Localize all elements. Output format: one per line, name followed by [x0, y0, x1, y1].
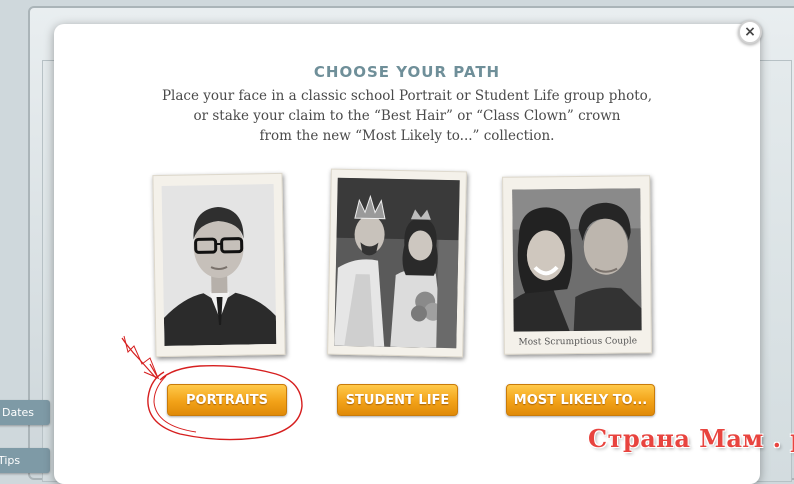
modal-title: CHOOSE YOUR PATH	[54, 63, 760, 81]
side-tab-dates[interactable]: Dates	[0, 400, 50, 425]
description-line: Place your face in a classic school Port…	[54, 86, 760, 106]
student-life-photo[interactable]	[327, 169, 467, 358]
modal-description: Place your face in a classic school Port…	[54, 86, 760, 146]
most-likely-button[interactable]: MOST LIKELY TO...	[506, 384, 655, 416]
site-watermark: Страна Мам . ру	[588, 424, 794, 453]
portraits-button[interactable]: PORTRAITS	[167, 384, 287, 416]
student-life-image	[334, 178, 459, 349]
description-line: or stake your claim to the “Best Hair” o…	[54, 106, 760, 126]
student-life-button[interactable]: STUDENT LIFE	[337, 384, 458, 416]
most-likely-image	[512, 188, 641, 331]
photo-caption: Most Scrumptious Couple	[505, 336, 651, 348]
portrait-image	[162, 184, 277, 346]
most-likely-photo[interactable]: Most Scrumptious Couple	[502, 175, 652, 355]
side-tab-tips[interactable]: Tips	[0, 448, 50, 473]
close-button[interactable]: ×	[738, 20, 762, 44]
description-line: from the new “Most Likely to...” collect…	[54, 126, 760, 146]
portrait-photo[interactable]	[152, 173, 285, 357]
